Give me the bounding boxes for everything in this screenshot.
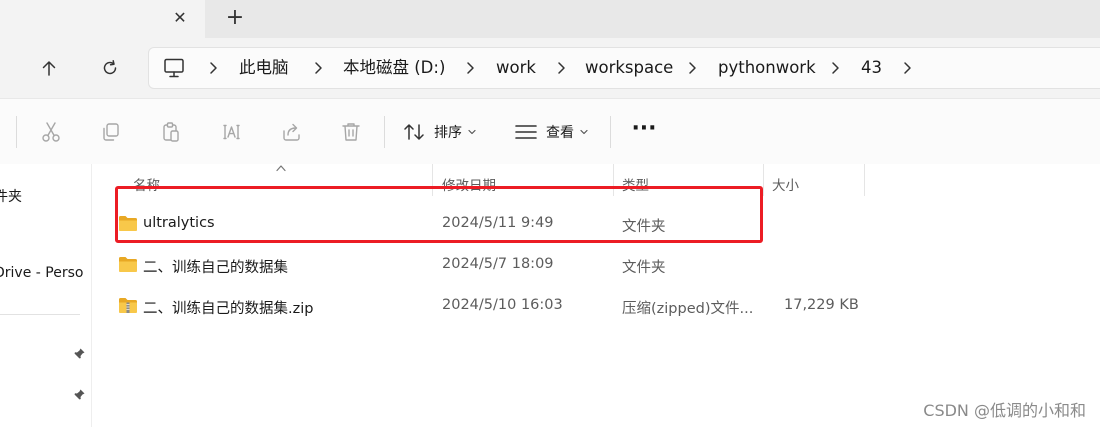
address-bar[interactable]: 此电脑 本地磁盘 (D:) work workspace pythonwork … [148, 47, 1100, 89]
column-divider[interactable] [613, 164, 614, 196]
file-date: 2024/5/10 16:03 [442, 297, 563, 313]
sort-ascending-icon [276, 165, 286, 172]
chevron-right-icon[interactable] [312, 61, 324, 75]
column-size[interactable]: 大小 [772, 174, 799, 194]
delete-icon[interactable] [340, 121, 362, 143]
file-row[interactable]: 二、训练自己的数据集.zip 2024/5/10 16:03 压缩(zipped… [108, 286, 1100, 326]
breadcrumb-this-pc[interactable]: 此电脑 [239, 48, 289, 88]
address-row: 此电脑 本地磁盘 (D:) work workspace pythonwork … [0, 38, 1100, 98]
sort-icon [404, 124, 424, 140]
file-row[interactable]: ultralytics 2024/5/11 9:49 文件夹 [108, 204, 1100, 244]
breadcrumb-local-disk[interactable]: 本地磁盘 (D:) [343, 48, 445, 88]
sort-button[interactable]: 排序 [403, 117, 476, 147]
file-name: ultralytics [143, 215, 215, 231]
more-options-icon[interactable]: ··· [630, 117, 658, 147]
file-type: 文件夹 [622, 219, 666, 235]
chevron-right-icon[interactable] [829, 61, 841, 75]
file-size: 17,229 KB [784, 297, 859, 313]
active-tab[interactable]: ✕ [0, 0, 205, 38]
chevron-right-icon[interactable] [555, 61, 567, 75]
column-header: 名称 修改日期 类型 大小 [92, 164, 1100, 196]
file-type: 压缩(zipped)文件... [622, 301, 754, 317]
pin-icon[interactable] [72, 347, 86, 361]
breadcrumb-43[interactable]: 43 [861, 48, 882, 88]
breadcrumb-workspace[interactable]: workspace [585, 48, 673, 88]
view-button[interactable]: 查看 [515, 117, 588, 147]
file-name: 二、训练自己的数据集.zip [143, 301, 314, 317]
navigation-pane: 件夹 Drive - Perso [0, 164, 92, 427]
paste-icon[interactable] [160, 121, 182, 143]
toolbar-divider [384, 116, 385, 148]
this-pc-icon[interactable] [163, 58, 185, 78]
watermark: CSDN @低调的小和和 [923, 401, 1086, 420]
column-name[interactable]: 名称 [133, 174, 160, 194]
tab-strip: ✕ + [0, 0, 1100, 38]
file-type: 文件夹 [622, 260, 666, 276]
chevron-right-icon[interactable] [464, 61, 476, 75]
file-row[interactable]: 二、训练自己的数据集 2024/5/7 18:09 文件夹 [108, 245, 1100, 285]
file-date: 2024/5/7 18:09 [442, 256, 554, 272]
sidebar-item-onedrive[interactable]: Drive - Perso [0, 265, 83, 281]
file-name: 二、训练自己的数据集 [143, 260, 288, 276]
sidebar-divider [0, 314, 80, 315]
share-icon[interactable] [281, 121, 303, 143]
breadcrumb-work[interactable]: work [496, 48, 536, 88]
view-icon [515, 125, 537, 139]
rename-icon[interactable] [220, 121, 242, 143]
folder-icon [119, 257, 137, 272]
chevron-right-icon[interactable] [207, 61, 219, 75]
column-divider[interactable] [432, 164, 433, 196]
close-tab-icon[interactable]: ✕ [170, 8, 190, 28]
breadcrumb-pythonwork[interactable]: pythonwork [718, 48, 816, 88]
column-date[interactable]: 修改日期 [442, 174, 496, 194]
command-bar: 排序 查看 ··· [0, 98, 1100, 164]
column-divider[interactable] [864, 164, 865, 196]
refresh-icon[interactable] [97, 55, 123, 81]
view-label: 查看 [546, 125, 574, 141]
zip-folder-icon [119, 298, 137, 313]
up-arrow-icon[interactable] [36, 55, 62, 81]
pin-icon[interactable] [72, 388, 86, 402]
file-date: 2024/5/11 9:49 [442, 215, 554, 231]
sort-label: 排序 [434, 125, 462, 141]
folder-icon [119, 216, 137, 231]
new-tab-icon[interactable]: + [222, 6, 248, 32]
cut-icon[interactable] [40, 121, 62, 143]
toolbar-divider [610, 116, 611, 148]
copy-icon[interactable] [100, 121, 122, 143]
chevron-down-icon [580, 129, 588, 135]
column-type[interactable]: 类型 [622, 174, 649, 194]
column-divider[interactable] [763, 164, 764, 196]
toolbar-divider [16, 116, 17, 148]
chevron-right-icon[interactable] [686, 61, 698, 75]
sidebar-item-folder[interactable]: 件夹 [0, 186, 22, 206]
chevron-right-icon[interactable] [901, 61, 913, 75]
chevron-down-icon [468, 129, 476, 135]
